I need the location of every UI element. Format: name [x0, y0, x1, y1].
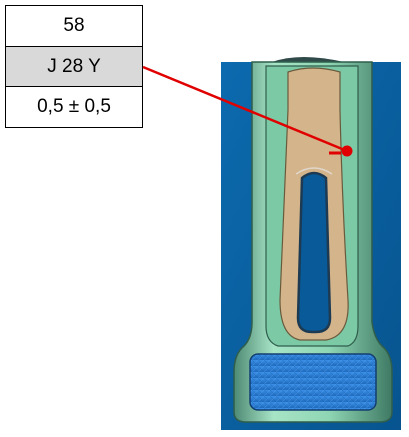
red-dot-marker-icon [341, 145, 353, 157]
base-pad [249, 353, 377, 411]
part-render [142, 57, 401, 430]
slot-window [296, 171, 332, 334]
